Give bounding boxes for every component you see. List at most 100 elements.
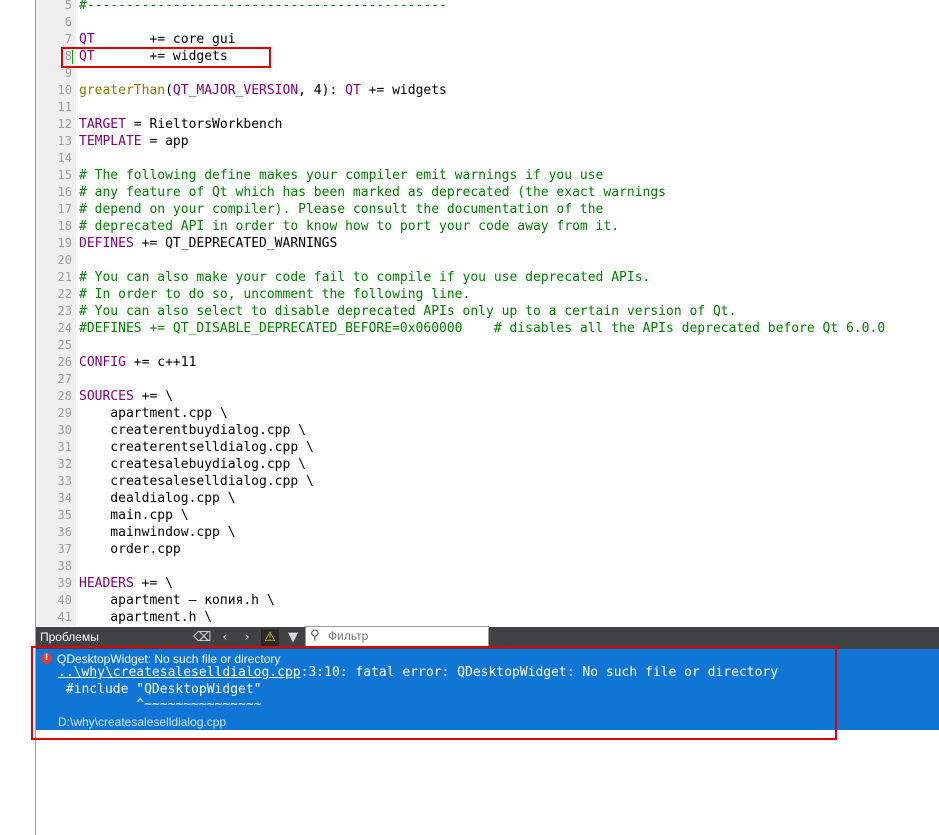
left-panel — [0, 0, 35, 835]
code-token: mainwindow.cpp \ — [79, 525, 236, 540]
line-number: 33 — [57, 474, 72, 488]
line-number: 25 — [57, 338, 72, 352]
line-number: 16 — [57, 185, 72, 199]
line-number: 41 — [57, 610, 72, 624]
code-line[interactable]: # The following define makes your compil… — [79, 167, 603, 184]
warning-filter-icon[interactable]: ⚠ — [261, 629, 279, 647]
code-line[interactable]: apartment — копия.h \ — [79, 592, 275, 609]
code-line[interactable]: #---------------------------------------… — [79, 0, 447, 14]
code-token: TEMPLATE — [79, 134, 142, 149]
line-number: 38 — [57, 559, 72, 573]
line-number: 24 — [57, 321, 72, 335]
code-line[interactable]: createsaleselldialog.cpp \ — [79, 473, 314, 490]
code-token: += \ — [133, 576, 173, 591]
issues-pane-title: Проблемы — [40, 630, 99, 644]
filter-input[interactable] — [328, 629, 483, 643]
code-line[interactable]: CONFIG += c++11 — [79, 354, 196, 371]
code-line[interactable]: #DEFINES += QT_DISABLE_DEPRECATED_BEFORE… — [79, 320, 885, 337]
code-token: # In order to do so, uncomment the follo… — [79, 287, 471, 302]
code-token: CONFIG — [79, 355, 126, 370]
line-number: 14 — [57, 151, 72, 165]
code-line[interactable]: # You can also select to disable depreca… — [79, 303, 736, 320]
code-token: main.cpp \ — [79, 508, 189, 523]
highlight-annotation-issue — [31, 646, 837, 740]
clear-icon[interactable]: ⌫ — [193, 629, 211, 647]
line-number: 12 — [57, 117, 72, 131]
line-number: 29 — [57, 406, 72, 420]
code-token: += \ — [133, 389, 173, 404]
code-editor[interactable]: 5 #--------------------------------------… — [36, 0, 939, 626]
line-number: 34 — [57, 491, 72, 505]
code-token: # You can also select to disable depreca… — [79, 304, 737, 319]
next-arrow-icon[interactable]: › — [238, 629, 256, 647]
code-token: greaterThan — [79, 83, 166, 98]
code-line[interactable]: # In order to do so, uncomment the follo… — [79, 286, 470, 303]
code-line[interactable]: DEFINES += QT_DEPRECATED_WARNINGS — [79, 235, 337, 252]
code-line[interactable]: apartment.h \ — [79, 609, 212, 626]
line-number: 30 — [57, 423, 72, 437]
code-token: , 4): — [298, 83, 346, 98]
code-line[interactable]: # deprecated API in order to know how to… — [79, 218, 619, 235]
code-line[interactable]: HEADERS += \ — [79, 575, 173, 592]
code-token: TARGET — [79, 117, 126, 132]
code-token: dealdialog.cpp \ — [79, 491, 236, 506]
line-number: 19 — [57, 236, 72, 250]
line-number: 5 — [64, 0, 72, 12]
line-number: 13 — [57, 134, 72, 148]
filter-icon[interactable]: ▼ — [284, 629, 302, 647]
code-token: # The following define makes your compil… — [79, 168, 604, 183]
code-line[interactable]: main.cpp \ — [79, 507, 189, 524]
line-number: 6 — [64, 15, 72, 29]
line-number: 37 — [57, 542, 72, 556]
code-token: = RieltorsWorkbench — [125, 117, 283, 132]
code-token: order.cpp — [79, 542, 181, 557]
line-number: 31 — [57, 440, 72, 454]
code-token: QT_MAJOR_VERSION — [172, 83, 299, 98]
code-line[interactable]: dealdialog.cpp \ — [79, 490, 236, 507]
line-number: 28 — [57, 389, 72, 403]
code-token: # depend on your compiler). Please consu… — [79, 202, 604, 217]
code-token: apartment.cpp \ — [79, 406, 228, 421]
line-number: 20 — [57, 253, 72, 267]
code-line[interactable]: # any feature of Qt which has been marke… — [79, 184, 666, 201]
line-number: 21 — [57, 270, 72, 284]
code-line[interactable]: mainwindow.cpp \ — [79, 524, 236, 541]
prev-arrow-icon[interactable]: ‹ — [216, 629, 234, 647]
code-token: createrentbuydialog.cpp \ — [79, 423, 306, 438]
code-token: #---------------------------------------… — [79, 0, 447, 13]
code-token: DEFINES — [79, 236, 134, 251]
line-number: 39 — [57, 576, 72, 590]
line-number: 36 — [57, 525, 72, 539]
code-token: createrentselldialog.cpp \ — [79, 440, 314, 455]
code-token: createsalebuydialog.cpp \ — [79, 457, 306, 472]
code-line[interactable]: TEMPLATE = app — [79, 133, 189, 150]
code-token: apartment.h \ — [79, 610, 213, 625]
search-icon: ⚲ — [310, 628, 320, 643]
code-token: += QT_DEPRECATED_WARNINGS — [133, 236, 338, 251]
line-number: 32 — [57, 457, 72, 471]
code-token: += core gui — [94, 32, 236, 47]
code-token: # deprecated API in order to know how to… — [79, 219, 620, 234]
code-line[interactable]: SOURCES += \ — [79, 388, 173, 405]
filter-box[interactable]: ⚲ — [305, 626, 489, 647]
code-line[interactable]: QT += core gui — [79, 31, 236, 48]
code-line[interactable]: order.cpp — [79, 541, 181, 558]
code-line[interactable]: # You can also make your code fail to co… — [79, 269, 650, 286]
code-line[interactable]: TARGET = RieltorsWorkbench — [79, 116, 283, 133]
highlight-annotation-line-8 — [61, 47, 271, 68]
code-line[interactable]: greaterThan(QT_MAJOR_VERSION, 4): QT += … — [79, 82, 447, 99]
code-token: createsaleselldialog.cpp \ — [79, 474, 314, 489]
code-line[interactable]: createsalebuydialog.cpp \ — [79, 456, 306, 473]
line-number: 18 — [57, 219, 72, 233]
line-number: 35 — [57, 508, 72, 522]
code-line[interactable]: createrentselldialog.cpp \ — [79, 439, 314, 456]
code-line[interactable]: # depend on your compiler). Please consu… — [79, 201, 603, 218]
code-token: apartment — копия.h \ — [79, 593, 275, 608]
code-token: QT — [345, 83, 361, 98]
code-line[interactable]: apartment.cpp \ — [79, 405, 228, 422]
line-number: 23 — [57, 304, 72, 318]
line-number: 7 — [64, 32, 72, 46]
code-line[interactable]: createrentbuydialog.cpp \ — [79, 422, 306, 439]
line-number: 22 — [57, 287, 72, 301]
code-token: SOURCES — [79, 389, 134, 404]
